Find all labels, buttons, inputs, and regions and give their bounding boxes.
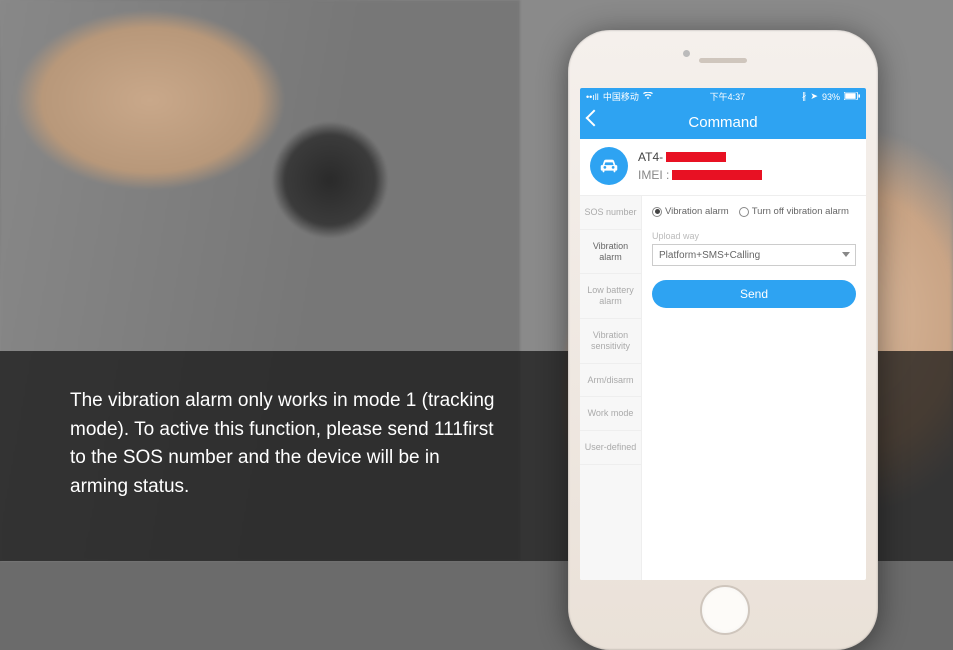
upload-way-label: Upload way	[652, 231, 856, 241]
bluetooth-icon: ∦	[802, 91, 807, 102]
back-icon[interactable]	[586, 110, 603, 127]
app-screen: ••ıll 中国移动 下午4:37 ∦ ➤ 93% Command	[580, 88, 866, 580]
nav-bar: Command	[580, 105, 866, 139]
device-name-prefix: AT4-	[638, 148, 663, 166]
sidebar-item-arm-disarm[interactable]: Arm/disarm	[580, 364, 641, 398]
battery-icon	[844, 92, 860, 102]
sidebar-item-work-mode[interactable]: Work mode	[580, 397, 641, 431]
car-icon	[590, 147, 628, 185]
caption-text: The vibration alarm only works in mode 1…	[70, 387, 500, 501]
imei-label: IMEI :	[638, 166, 669, 184]
upload-way-select[interactable]: Platform+SMS+Calling	[652, 244, 856, 266]
sidebar-item-vibration-alarm[interactable]: Vibration alarm	[580, 230, 641, 275]
radio-dot-icon	[652, 207, 662, 217]
command-sidebar: SOS number Vibration alarm Low battery a…	[580, 196, 642, 580]
vibration-radio-group: Vibration alarm Turn off vibration alarm	[652, 206, 856, 217]
radio-dot-icon	[739, 207, 749, 217]
redaction-bar	[666, 152, 726, 162]
radio-off-label: Turn off vibration alarm	[752, 206, 849, 217]
send-button-label: Send	[740, 287, 768, 301]
wifi-icon	[643, 92, 653, 102]
sidebar-item-user-defined[interactable]: User-defined	[580, 431, 641, 465]
phone-speaker	[699, 58, 747, 63]
device-header: AT4- IMEI :	[580, 139, 866, 196]
redaction-bar	[672, 170, 762, 180]
upload-way-value: Platform+SMS+Calling	[659, 250, 760, 261]
command-body: SOS number Vibration alarm Low battery a…	[580, 196, 866, 580]
sidebar-item-low-battery[interactable]: Low battery alarm	[580, 274, 641, 319]
radio-vibration-off[interactable]: Turn off vibration alarm	[739, 206, 849, 217]
phone-camera	[683, 50, 690, 57]
signal-icon: ••ıll	[586, 92, 599, 102]
status-time: 下午4:37	[710, 90, 746, 103]
battery-percent: 93%	[822, 92, 840, 102]
status-bar: ••ıll 中国移动 下午4:37 ∦ ➤ 93%	[580, 88, 866, 105]
sidebar-item-sos-number[interactable]: SOS number	[580, 196, 641, 230]
send-button[interactable]: Send	[652, 280, 856, 308]
carrier-label: 中国移动	[603, 90, 639, 103]
phone-frame: ••ıll 中国移动 下午4:37 ∦ ➤ 93% Command	[568, 30, 878, 650]
nav-title: Command	[688, 114, 757, 131]
radio-vibration-on[interactable]: Vibration alarm	[652, 206, 729, 217]
radio-on-label: Vibration alarm	[665, 206, 729, 217]
command-content: Vibration alarm Turn off vibration alarm…	[642, 196, 866, 580]
location-icon: ➤	[810, 91, 818, 102]
sidebar-item-vibration-sensitivity[interactable]: Vibration sensitivity	[580, 319, 641, 364]
